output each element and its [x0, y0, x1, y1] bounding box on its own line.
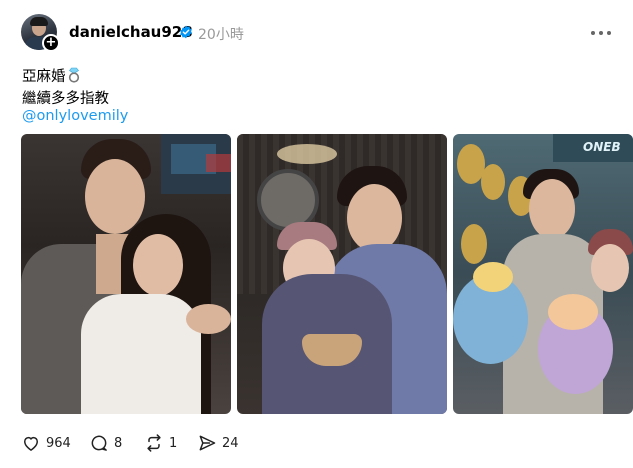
comment-count: 8 [114, 435, 123, 451]
caption-text: 亞麻婚 [22, 69, 66, 85]
more-options-icon[interactable] [589, 23, 613, 43]
ring-emoji-icon [68, 67, 79, 83]
caption-line-2: 繼續多多指教 [22, 91, 109, 107]
like-count: 964 [46, 435, 71, 451]
post-image-3[interactable]: ONEB [453, 134, 633, 414]
comment-button[interactable]: 8 [89, 433, 122, 453]
like-button[interactable]: 964 [21, 433, 71, 453]
post-image-2[interactable] [237, 134, 447, 414]
heart-icon [24, 436, 38, 451]
repost-icon [147, 434, 161, 452]
username[interactable]: danielchau928 [69, 23, 193, 41]
mention-link[interactable]: @onlylovemily [22, 108, 128, 124]
share-button[interactable]: 24 [197, 433, 239, 453]
post-timestamp: 20小時 [198, 27, 244, 43]
share-count: 24 [222, 435, 239, 451]
follow-plus-icon[interactable]: + [42, 34, 60, 52]
comment-icon [91, 435, 107, 451]
post-image-1[interactable] [21, 134, 231, 414]
send-icon [199, 435, 216, 451]
repost-button[interactable]: 1 [144, 433, 177, 453]
caption-line-1: 亞麻婚 [22, 65, 81, 86]
sign-text: ONEB [583, 140, 621, 154]
repost-count: 1 [169, 435, 178, 451]
verified-badge-icon [180, 25, 192, 39]
avatar[interactable]: + [21, 14, 60, 52]
thread-post: + danielchau928 20小時 亞麻婚 繼續多多指教 @onlylov… [0, 0, 633, 468]
